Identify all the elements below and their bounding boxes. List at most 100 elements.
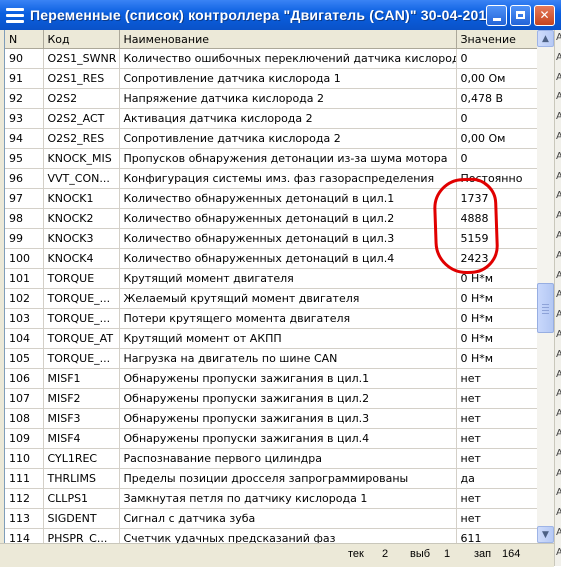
cell-code: THRLIMS xyxy=(43,468,120,489)
variables-table: N Код Наименование Значение 90 O2S1_SWNR К… xyxy=(5,30,538,543)
cell-code: KNOCK_MIS xyxy=(43,148,120,169)
table-row[interactable]: 109 MISF4 Обнаружены пропуски зажигания в … xyxy=(5,428,538,449)
cell-n: 102 xyxy=(5,288,44,309)
table-row[interactable]: 105 TORQUE_... Нагрузка на двигатель по ши… xyxy=(5,348,538,369)
table-row[interactable]: 111 THRLIMS Пределы позиции дросселя запро… xyxy=(5,468,538,489)
cell-code: MISF3 xyxy=(43,408,120,429)
cell-n: 93 xyxy=(5,108,44,129)
cell-name: Пропусков обнаружения детонации из-за шу… xyxy=(119,148,457,169)
cell-value: 0 Н*м xyxy=(456,348,538,369)
table-row[interactable]: 108 MISF3 Обнаружены пропуски зажигания в … xyxy=(5,408,538,429)
status-bar: тек 2 выб 1 зап 164 xyxy=(0,543,554,567)
table-row[interactable]: 104 TORQUE_AT Крутящий момент от АКПП 0 Н*м xyxy=(5,328,538,349)
background-char: А xyxy=(556,230,561,241)
table-header-row: N Код Наименование Значение xyxy=(5,30,538,49)
status-zap-value: 164 xyxy=(502,548,521,560)
cell-name: Желаемый крутящий момент двигателя xyxy=(119,288,457,309)
cell-name: Обнаружены пропуски зажигания в цил.4 xyxy=(119,428,457,449)
cell-value: нет xyxy=(456,388,538,409)
cell-n: 108 xyxy=(5,408,44,429)
column-header-n[interactable]: N xyxy=(5,30,44,49)
minimize-button[interactable] xyxy=(486,4,507,26)
cell-name: Крутящий момент от АКПП xyxy=(119,328,457,349)
cell-value: нет xyxy=(456,368,538,389)
table-row[interactable]: 106 MISF1 Обнаружены пропуски зажигания в … xyxy=(5,368,538,389)
cell-code: MISF1 xyxy=(43,368,120,389)
cell-name: Конфигурация системы имз. фаз газораспре… xyxy=(119,168,457,189)
background-char: А xyxy=(556,131,561,142)
title-bar[interactable]: Переменные (список) контроллера "Двигате… xyxy=(0,0,561,30)
vertical-scrollbar[interactable]: ▲ ▼ xyxy=(537,30,554,543)
table-row[interactable]: 110 CYL1REC Распознавание первого цилиндра… xyxy=(5,448,538,469)
cell-n: 105 xyxy=(5,348,44,369)
background-char: А xyxy=(556,91,561,102)
cell-n: 100 xyxy=(5,248,44,269)
background-char: А xyxy=(556,250,561,261)
cell-n: 97 xyxy=(5,188,44,209)
cell-name: Сопротивление датчика кислорода 2 xyxy=(119,128,457,149)
cell-n: 96 xyxy=(5,168,44,189)
cell-name: Напряжение датчика кислорода 2 xyxy=(119,88,457,109)
scroll-thumb[interactable] xyxy=(537,282,554,333)
cell-n: 94 xyxy=(5,128,44,149)
status-zap-label: зап xyxy=(474,548,492,560)
window-title: Переменные (список) контроллера "Двигате… xyxy=(30,7,486,23)
background-char: А xyxy=(556,72,561,83)
cell-value: 611 xyxy=(456,528,538,543)
cell-code: TORQUE_... xyxy=(43,288,120,309)
background-char: А xyxy=(556,408,561,419)
cell-value: 0 Н*м xyxy=(456,328,538,349)
background-char: А xyxy=(556,487,561,498)
table-row[interactable]: 90 O2S1_SWNR Количество ошибочных переключ… xyxy=(5,48,538,69)
table-row[interactable]: 92 O2S2 Напряжение датчика кислорода 2 0,47… xyxy=(5,88,538,109)
cell-name: Количество обнаруженных детонаций в цил.… xyxy=(119,228,457,249)
close-button[interactable]: ✕ xyxy=(534,4,555,26)
background-char: А xyxy=(556,527,561,538)
grip-line xyxy=(542,309,549,311)
minimize-icon xyxy=(492,17,501,21)
column-header-value[interactable]: Значение xyxy=(456,30,538,49)
list-menu-icon[interactable] xyxy=(6,6,24,24)
background-char: А xyxy=(556,388,561,399)
status-vyb-label: выб xyxy=(410,548,431,560)
cell-value: нет xyxy=(456,448,538,469)
scroll-up-button[interactable]: ▲ xyxy=(537,30,554,47)
column-header-code[interactable]: Код xyxy=(43,30,120,49)
grip-line xyxy=(542,306,549,308)
background-char: А xyxy=(556,289,561,300)
background-char: А xyxy=(556,507,561,518)
grip-line xyxy=(542,303,549,305)
column-header-name[interactable]: Наименование xyxy=(119,30,457,49)
maximize-button[interactable] xyxy=(510,4,531,26)
table-row[interactable]: 95 KNOCK_MIS Пропусков обнаружения детонац… xyxy=(5,148,538,169)
table-row[interactable]: 93 O2S2_ACT Активация датчика кислорода 20 xyxy=(5,108,538,129)
cell-name: Крутящий момент двигателя xyxy=(119,268,457,289)
cell-value: 0 Н*м xyxy=(456,308,538,329)
cell-name: Распознавание первого цилиндра xyxy=(119,448,457,469)
grip-line xyxy=(542,312,549,314)
table-row[interactable]: 103 TORQUE_... Потери крутящего момента дв… xyxy=(5,308,538,329)
table-row[interactable]: 102 TORQUE_... Желаемый крутящий момент дв… xyxy=(5,288,538,309)
cell-code: O2S1_RES xyxy=(43,68,120,89)
cell-code: MISF4 xyxy=(43,428,120,449)
scroll-down-button[interactable]: ▼ xyxy=(537,526,554,543)
table-row[interactable]: 113 SIGDENT Сигнал с датчика зуба нет xyxy=(5,508,538,529)
table-row[interactable]: 112 CLLPS1 Замкнутая петля по датчику кисл… xyxy=(5,488,538,509)
cell-name: Потери крутящего момента двигателя xyxy=(119,308,457,329)
background-char: А xyxy=(556,270,561,281)
variables-grid[interactable]: N Код Наименование Значение 90 O2S1_SWNR К… xyxy=(4,30,538,543)
cell-value: 0 xyxy=(456,108,538,129)
table-row[interactable]: 91 O2S1_RES Сопротивление датчика кислород… xyxy=(5,68,538,89)
table-row[interactable]: 114 PHSPR_C... Счетчик удачных предсказани… xyxy=(5,528,538,543)
cell-n: 111 xyxy=(5,468,44,489)
cell-name: Активация датчика кислорода 2 xyxy=(119,108,457,129)
cell-name: Обнаружены пропуски зажигания в цил.1 xyxy=(119,368,457,389)
background-char: А xyxy=(556,111,561,122)
cell-code: KNOCK3 xyxy=(43,228,120,249)
table-row[interactable]: 107 MISF2 Обнаружены пропуски зажигания в … xyxy=(5,388,538,409)
table-row[interactable]: 94 O2S2_RES Сопротивление датчика кислород… xyxy=(5,128,538,149)
cell-n: 92 xyxy=(5,88,44,109)
cell-value: 0,00 Ом xyxy=(456,128,538,149)
cell-code: KNOCK4 xyxy=(43,248,120,269)
close-icon: ✕ xyxy=(539,8,550,22)
